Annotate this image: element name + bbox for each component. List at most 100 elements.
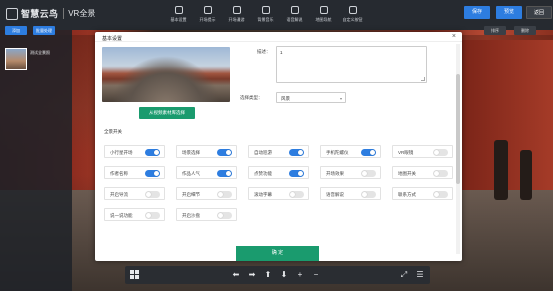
toggle-switch[interactable] xyxy=(217,212,232,219)
music-icon xyxy=(261,6,270,14)
toggle-switch[interactable] xyxy=(433,170,448,177)
basic-settings-dialog: 基本设置 × 从视频素材库选择 描述： 1 选择类型： 风景 ▾ 全景开关 小行… xyxy=(95,32,462,261)
toggle-knob xyxy=(154,150,159,155)
zoom-out-icon[interactable]: − xyxy=(311,270,321,280)
toggle-knob xyxy=(434,171,439,176)
nav-item-opening-prompt[interactable]: 开场提示 xyxy=(193,4,222,23)
add-scene-button[interactable]: 添加 xyxy=(5,26,27,35)
fullscreen-icon[interactable]: ⤢ xyxy=(399,270,409,280)
toggle-knob xyxy=(298,150,303,155)
toggle-label: 点赞功能 xyxy=(254,171,272,176)
nav-item-map-navigation[interactable]: 地图导航 xyxy=(309,4,338,23)
dialog-scrollbar[interactable] xyxy=(456,44,460,254)
toggle-switch[interactable] xyxy=(145,191,160,198)
arrow-down-icon[interactable]: ⬇ xyxy=(279,270,289,280)
toggle-knob xyxy=(362,192,367,197)
toggle-switch[interactable] xyxy=(217,191,232,198)
description-value: 1 xyxy=(280,50,283,55)
confirm-button[interactable]: 确 定 xyxy=(236,246,319,261)
voice-icon xyxy=(290,6,299,14)
toggle-knob xyxy=(290,192,295,197)
pick-from-library-button[interactable]: 从视频素材库选择 xyxy=(139,107,195,119)
scene-thumbnail-label: 测试全景照 xyxy=(30,50,50,55)
toggle-item: 自动巡游 xyxy=(248,145,309,158)
toggle-label: 开场效果 xyxy=(326,171,344,176)
toggle-switch[interactable] xyxy=(361,191,376,198)
delete-button[interactable]: 删除 xyxy=(514,26,536,35)
close-icon[interactable]: × xyxy=(452,33,456,41)
toggle-label: 开启导流 xyxy=(110,192,128,197)
preview-button[interactable]: 预览 xyxy=(496,6,522,19)
back-button[interactable]: 返回 xyxy=(526,6,552,19)
toggle-knob xyxy=(362,171,367,176)
bottom-toolbar: ⬅ ➡ ⬆ ⬇ + − ⤢ ☰ xyxy=(125,266,430,284)
toggle-label: 自动巡游 xyxy=(254,150,272,155)
toggle-switch[interactable] xyxy=(145,170,160,177)
batch-process-button[interactable]: 批量处理 xyxy=(33,26,55,35)
chevron-down-icon: ▾ xyxy=(339,96,342,101)
toggle-item: 开启细节 xyxy=(176,187,237,200)
toggle-label: 地图开关 xyxy=(398,171,416,176)
scene-panel: 添加 批量处理 测试全景照 xyxy=(0,26,72,291)
toggle-label: 小行星开场 xyxy=(110,150,133,155)
pano-person xyxy=(520,150,532,200)
sort-button[interactable]: 排序 xyxy=(484,26,506,35)
menu-icon[interactable]: ☰ xyxy=(415,270,425,280)
toggle-knob xyxy=(226,150,231,155)
toggle-item: VR眼镜 xyxy=(392,145,453,158)
toggle-item: 说一说功能 xyxy=(104,208,165,221)
arrow-left-icon[interactable]: ⬅ xyxy=(231,270,241,280)
grid-menu-icon[interactable] xyxy=(129,270,139,280)
zoom-in-icon[interactable]: + xyxy=(295,270,305,280)
toggle-label: 作品人气 xyxy=(182,171,200,176)
toggle-item: 地图开关 xyxy=(392,166,453,179)
toggle-label: 作者名称 xyxy=(110,171,128,176)
toggle-switch[interactable] xyxy=(289,149,304,156)
toggle-knob xyxy=(434,150,439,155)
toggle-knob xyxy=(434,192,439,197)
toggle-switch[interactable] xyxy=(145,149,160,156)
toggle-knob xyxy=(298,171,303,176)
prompt-icon xyxy=(203,6,212,14)
pano-person xyxy=(494,140,508,200)
toggle-knob xyxy=(154,171,159,176)
nav-item-background-music[interactable]: 背景音乐 xyxy=(251,4,280,23)
logo-icon xyxy=(6,7,18,20)
panorama-preview-image xyxy=(102,47,230,102)
toggle-switch[interactable] xyxy=(433,149,448,156)
nav-item-basic-settings[interactable]: 基本设置 xyxy=(164,4,193,23)
toggle-switch[interactable] xyxy=(433,191,448,198)
scene-thumbnail[interactable] xyxy=(5,48,27,70)
type-select-value: 风景 xyxy=(281,96,290,101)
arrow-right-icon[interactable]: ➡ xyxy=(247,270,257,280)
scrollbar-thumb[interactable] xyxy=(456,74,460,184)
arrow-up-icon[interactable]: ⬆ xyxy=(263,270,273,280)
toggle-switch[interactable] xyxy=(217,170,232,177)
type-select[interactable]: 风景 ▾ xyxy=(276,92,346,103)
toggle-knob xyxy=(218,213,223,218)
toggle-switch[interactable] xyxy=(289,191,304,198)
nav-item-custom-button[interactable]: 自定义按钮 xyxy=(338,4,367,23)
settings-icon xyxy=(174,6,183,14)
toggle-switch[interactable] xyxy=(361,170,376,177)
toggle-switch[interactable] xyxy=(361,149,376,156)
custom-button-icon xyxy=(348,6,357,14)
nav-item-voice-narration[interactable]: 语音解说 xyxy=(280,4,309,23)
toggle-switch[interactable] xyxy=(289,170,304,177)
toggle-item: 作者名称 xyxy=(104,166,165,179)
toggle-switch[interactable] xyxy=(217,149,232,156)
save-button[interactable]: 保存 xyxy=(464,6,490,19)
nav-item-opening-tour[interactable]: 开场漫游 xyxy=(222,4,251,23)
description-textarea[interactable]: 1 xyxy=(276,46,427,83)
resize-handle-icon[interactable] xyxy=(421,77,425,81)
toggle-knob xyxy=(146,213,151,218)
toggle-label: 场景选择 xyxy=(182,150,200,155)
toggle-item: 手机陀螺仪 xyxy=(320,145,381,158)
toggle-label: 说一说功能 xyxy=(110,213,133,218)
toggle-label: 滚动字幕 xyxy=(254,192,272,197)
toggle-item: 语音解说 xyxy=(320,187,381,200)
logo-subtitle: VR全景 xyxy=(63,8,95,19)
toggle-knob xyxy=(226,171,231,176)
toggle-switch[interactable] xyxy=(145,212,160,219)
tour-icon xyxy=(232,6,241,14)
